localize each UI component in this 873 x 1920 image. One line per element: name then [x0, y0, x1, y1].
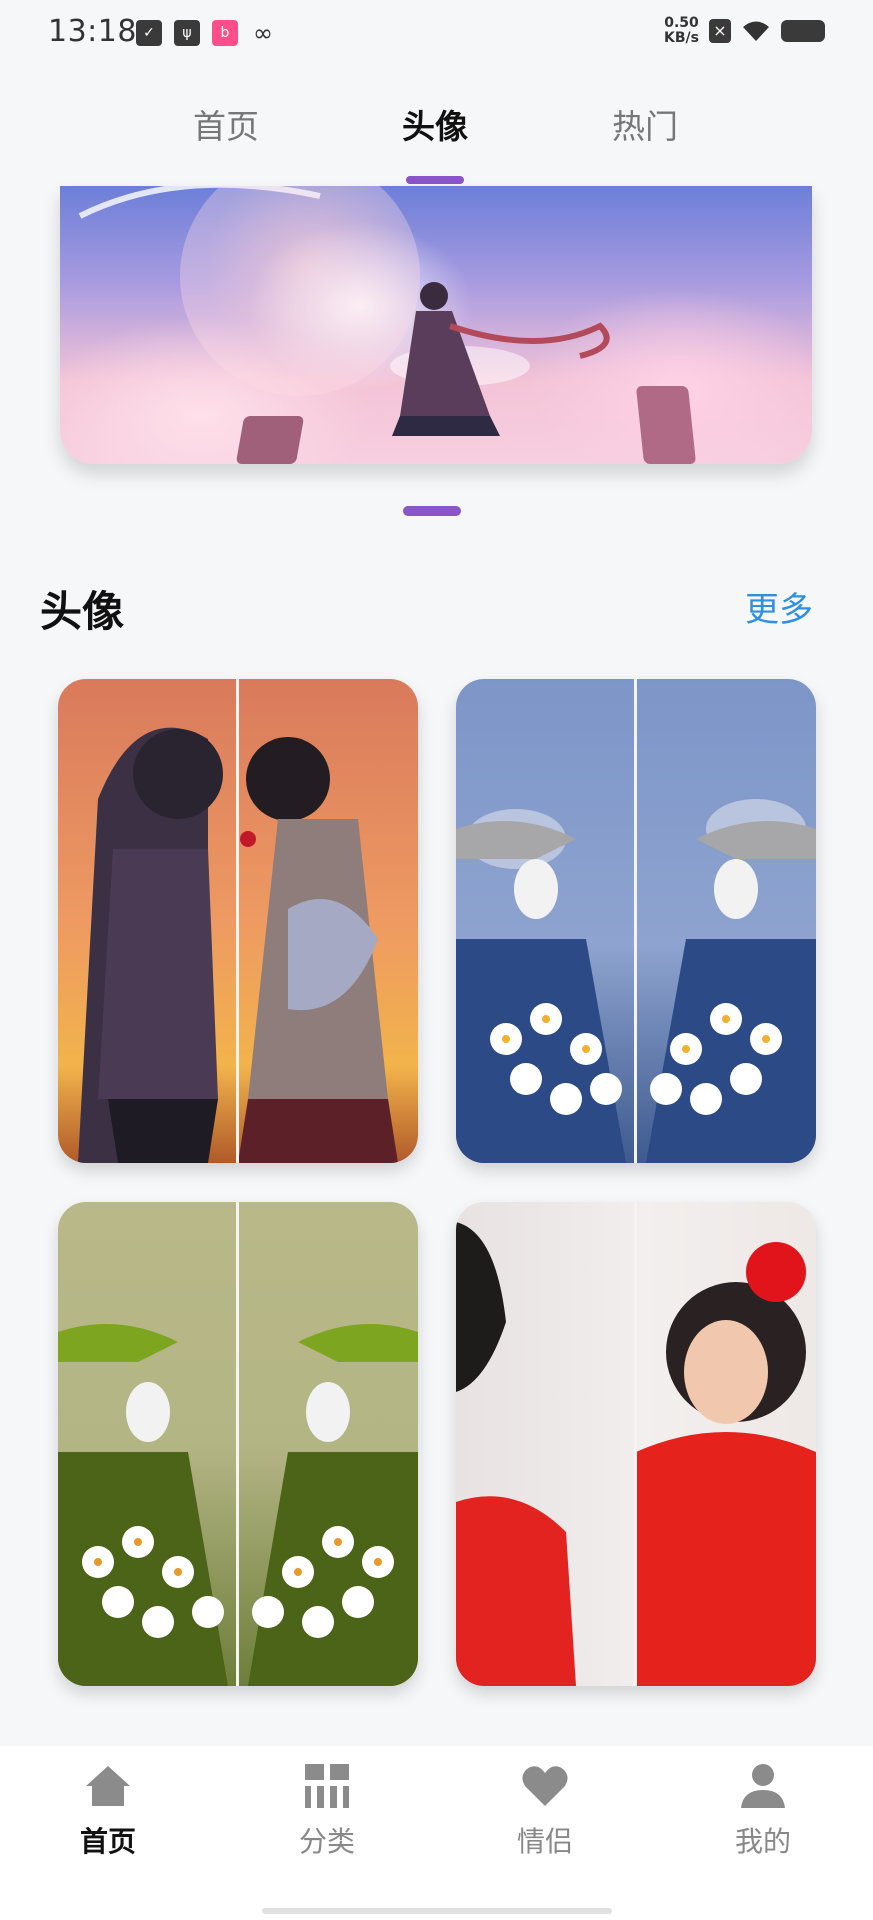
- more-link[interactable]: 更多: [745, 582, 813, 631]
- network-speed: 0.50 KB/s: [664, 16, 699, 46]
- card-divider: [634, 679, 637, 1163]
- nav-profile[interactable]: 我的: [693, 1760, 833, 1870]
- home-icon: [82, 1760, 134, 1812]
- card-divider: [236, 1202, 239, 1686]
- status-bar: 13:18 ✓ ψ b ∞ 0.50 KB/s ×: [0, 0, 873, 70]
- battery-icon: [781, 20, 825, 42]
- bilibili-icon: b: [212, 20, 238, 46]
- clipboard-check-icon: ✓: [136, 20, 162, 46]
- status-time: 13:18: [48, 14, 137, 49]
- tab-avatar[interactable]: 头像: [375, 100, 495, 148]
- active-tab-indicator: [406, 176, 464, 184]
- usb-icon: ψ: [174, 20, 200, 46]
- nav-couple[interactable]: 情侣: [475, 1760, 615, 1870]
- close-box-icon: ×: [709, 19, 731, 43]
- banner-rock: [635, 386, 697, 464]
- tab-popular[interactable]: 热门: [585, 100, 705, 148]
- network-speed-unit: KB/s: [664, 30, 699, 46]
- tab-home[interactable]: 首页: [166, 100, 286, 148]
- heart-icon: [519, 1760, 571, 1812]
- section-title: 头像: [40, 587, 125, 636]
- nav-home[interactable]: 首页: [38, 1760, 178, 1870]
- grid-icon: [301, 1760, 353, 1812]
- nav-category-label: 分类: [298, 1825, 355, 1858]
- banner-illustration: [78, 186, 610, 436]
- card-divider: [236, 679, 239, 1163]
- home-gesture-bar[interactable]: [262, 1908, 612, 1914]
- status-system-icons: 0.50 KB/s ×: [664, 16, 825, 46]
- wifi-icon: [741, 19, 771, 43]
- status-notification-icons: ✓ ψ b ∞: [136, 19, 276, 47]
- banner-carousel-image[interactable]: [60, 186, 812, 464]
- network-speed-value: 0.50: [664, 15, 699, 31]
- nav-home-label: 首页: [79, 1825, 136, 1858]
- nav-couple-label: 情侣: [516, 1825, 573, 1858]
- avatar-card[interactable]: [456, 1202, 816, 1686]
- bottom-navigation: 首页 分类 情侣 我的: [0, 1746, 873, 1920]
- banner-rock: [235, 416, 305, 464]
- avatar-card[interactable]: [58, 1202, 418, 1686]
- top-tab-bar: 首页 头像 热门: [0, 100, 873, 186]
- carousel-page-indicator: [403, 506, 461, 516]
- nav-profile-label: 我的: [734, 1825, 791, 1858]
- card-divider: [634, 1202, 637, 1686]
- nav-category[interactable]: 分类: [257, 1760, 397, 1870]
- link-icon: ∞: [253, 19, 273, 47]
- avatar-card[interactable]: [58, 679, 418, 1163]
- avatar-card[interactable]: [456, 679, 816, 1163]
- person-icon: [737, 1760, 789, 1812]
